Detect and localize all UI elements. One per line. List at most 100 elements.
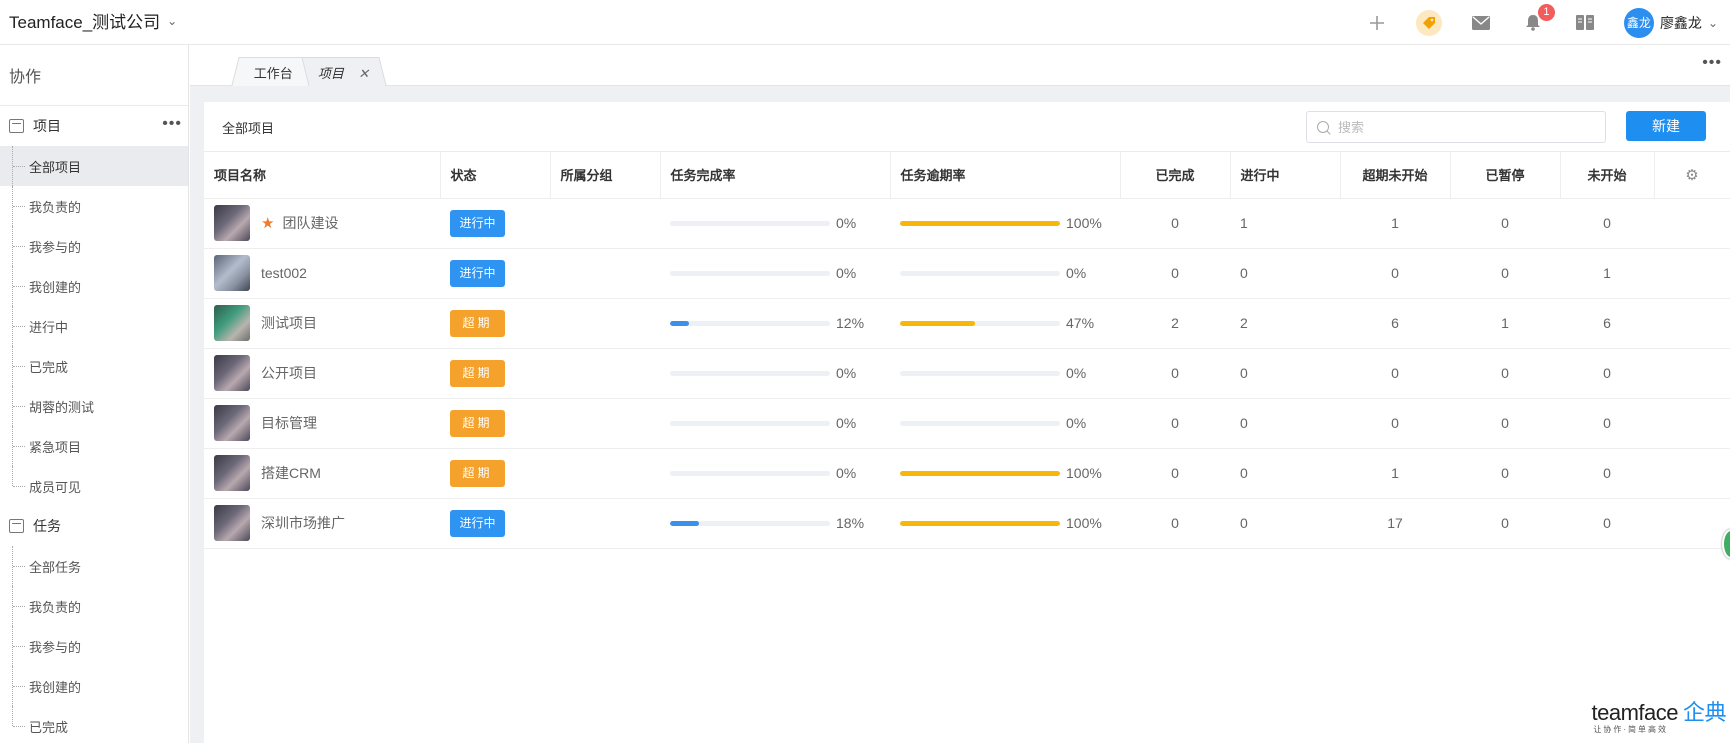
table-row[interactable]: test002 进行中 0% 0% 0 0 0 0 1: [204, 248, 1730, 299]
sidebar-item[interactable]: 我创建的: [0, 266, 188, 306]
plus-icon[interactable]: [1364, 10, 1390, 36]
paused-count: 0: [1450, 498, 1560, 549]
project-thumbnail: [214, 455, 250, 491]
sidebar-item[interactable]: 我参与的: [0, 226, 188, 266]
paused-count: 0: [1450, 248, 1560, 299]
status-badge: 进行中: [450, 259, 505, 287]
sidebar-group-projects[interactable]: 项目 •••: [0, 106, 188, 146]
project-name[interactable]: 深圳市场推广: [261, 513, 345, 533]
table-row[interactable]: 测试项目 超期 12% 47% 2 2 6 1 6: [204, 298, 1730, 349]
new-project-button[interactable]: 新建: [1626, 111, 1706, 141]
row-spacer: [1654, 298, 1730, 349]
sidebar-item[interactable]: 全部项目: [0, 146, 188, 186]
panel-header: 全部项目 新建: [204, 102, 1730, 152]
not-started-count: 0: [1560, 398, 1654, 449]
sidebar-item[interactable]: 我参与的: [0, 626, 188, 666]
overdue-unstarted-count: 0: [1340, 398, 1450, 449]
status-badge: 超期: [450, 409, 505, 437]
project-group: [550, 248, 660, 299]
column-header[interactable]: 状态: [440, 152, 551, 199]
sidebar-item[interactable]: 全部任务: [0, 546, 188, 586]
more-icon[interactable]: •••: [1702, 54, 1722, 72]
sidebar-item[interactable]: 已完成: [0, 706, 188, 746]
sidebar-item[interactable]: 进行中: [0, 306, 188, 346]
star-icon[interactable]: ★: [261, 214, 274, 232]
column-header[interactable]: 已完成: [1120, 152, 1231, 199]
completion-rate: 0%: [836, 465, 857, 481]
in-progress-count: 0: [1230, 398, 1340, 449]
company-switcher[interactable]: Teamface_测试公司 ⌄: [9, 8, 177, 33]
completion-rate: 0%: [836, 365, 857, 381]
overdue-unstarted-count: 0: [1340, 248, 1450, 299]
completion-rate: 0%: [836, 415, 857, 431]
close-icon[interactable]: ✕: [357, 66, 372, 82]
overdue-unstarted-count: 17: [1340, 498, 1450, 549]
row-spacer: [1654, 498, 1730, 549]
chevron-down-icon: ⌄: [1707, 15, 1718, 30]
search-box[interactable]: [1306, 111, 1606, 143]
sidebar-item[interactable]: 成员可见: [0, 466, 188, 506]
tag-icon[interactable]: [1415, 9, 1442, 36]
column-header[interactable]: 已暂停: [1450, 152, 1561, 199]
task-list-icon: [9, 519, 24, 533]
sidebar-item[interactable]: 我负责的: [0, 186, 188, 226]
panel-title: 全部项目: [222, 121, 275, 136]
project-name[interactable]: 公开项目: [261, 363, 317, 383]
user-menu[interactable]: 鑫龙 廖鑫龙 ⌄: [1623, 7, 1718, 38]
overdue-unstarted-count: 0: [1340, 348, 1450, 399]
group-label: 任务: [33, 518, 61, 534]
search-input[interactable]: [1338, 119, 1588, 135]
table-row[interactable]: ★ 团队建设 进行中 0% 100% 0 1 1 0 0: [204, 198, 1730, 249]
completion-progress-bar: [670, 420, 830, 426]
in-progress-count: 0: [1230, 248, 1340, 299]
more-icon[interactable]: •••: [162, 115, 182, 133]
project-name[interactable]: 团队建设: [282, 213, 338, 233]
project-name[interactable]: 测试项目: [261, 313, 317, 333]
not-started-count: 0: [1560, 198, 1654, 249]
sidebar-item[interactable]: 我负责的: [0, 586, 188, 626]
completion-progress-bar: [670, 220, 830, 226]
table-row[interactable]: 深圳市场推广 进行中 18% 100% 0 0 17 0 0: [204, 498, 1730, 549]
status-badge: 进行中: [450, 509, 505, 537]
table-row[interactable]: 目标管理 超期 0% 0% 0 0 0 0 0: [204, 398, 1730, 449]
not-started-count: 0: [1560, 348, 1654, 399]
not-started-count: 1: [1560, 248, 1654, 299]
column-header[interactable]: 超期未开始: [1340, 152, 1451, 199]
tab-projects[interactable]: 项目 ✕: [301, 57, 387, 86]
column-header[interactable]: 任务逾期率: [890, 152, 1121, 199]
notification-badge: 1: [1537, 3, 1555, 21]
column-header[interactable]: 未开始: [1560, 152, 1655, 199]
status-badge: 超期: [450, 309, 505, 337]
sidebar-group-tasks[interactable]: 任务: [0, 506, 188, 546]
column-header[interactable]: 所属分组: [550, 152, 661, 199]
avatar: 鑫龙: [1623, 7, 1654, 38]
project-name[interactable]: 目标管理: [261, 413, 317, 433]
not-started-count: 0: [1560, 498, 1654, 549]
sidebar-item[interactable]: 已完成: [0, 346, 188, 386]
bell-icon[interactable]: 1: [1520, 3, 1555, 36]
project-thumbnail: [214, 205, 250, 241]
table-row[interactable]: 搭建CRM 超期 0% 100% 0 0 1 0 0: [204, 448, 1730, 499]
gear-icon[interactable]: ⚙: [1685, 167, 1698, 184]
floating-assistant-button[interactable]: [1722, 529, 1730, 559]
sidebar-item[interactable]: 胡蓉的测试: [0, 386, 188, 426]
sidebar-item[interactable]: 紧急项目: [0, 426, 188, 466]
tab-bar: 工作台 项目 ✕ •••: [190, 45, 1730, 86]
project-name[interactable]: test002: [261, 265, 307, 281]
column-header[interactable]: 进行中: [1230, 152, 1341, 199]
logo-cn: 企典: [1682, 700, 1727, 725]
table-row[interactable]: 公开项目 超期 0% 0% 0 0 0 0 0: [204, 348, 1730, 399]
column-settings[interactable]: ⚙: [1654, 152, 1730, 199]
mail-icon[interactable]: [1468, 10, 1494, 36]
overdue-rate: 0%: [1066, 365, 1087, 381]
tab-label: 工作台: [254, 65, 294, 81]
completion-rate: 0%: [836, 265, 857, 281]
project-group: [550, 448, 660, 499]
column-header[interactable]: 任务完成率: [660, 152, 891, 199]
project-group: [550, 198, 660, 249]
column-header[interactable]: 项目名称: [204, 152, 441, 199]
sidebar-item[interactable]: 我创建的: [0, 666, 188, 706]
book-icon[interactable]: [1572, 10, 1598, 36]
completed-count: 0: [1120, 448, 1230, 499]
project-name[interactable]: 搭建CRM: [261, 463, 321, 483]
